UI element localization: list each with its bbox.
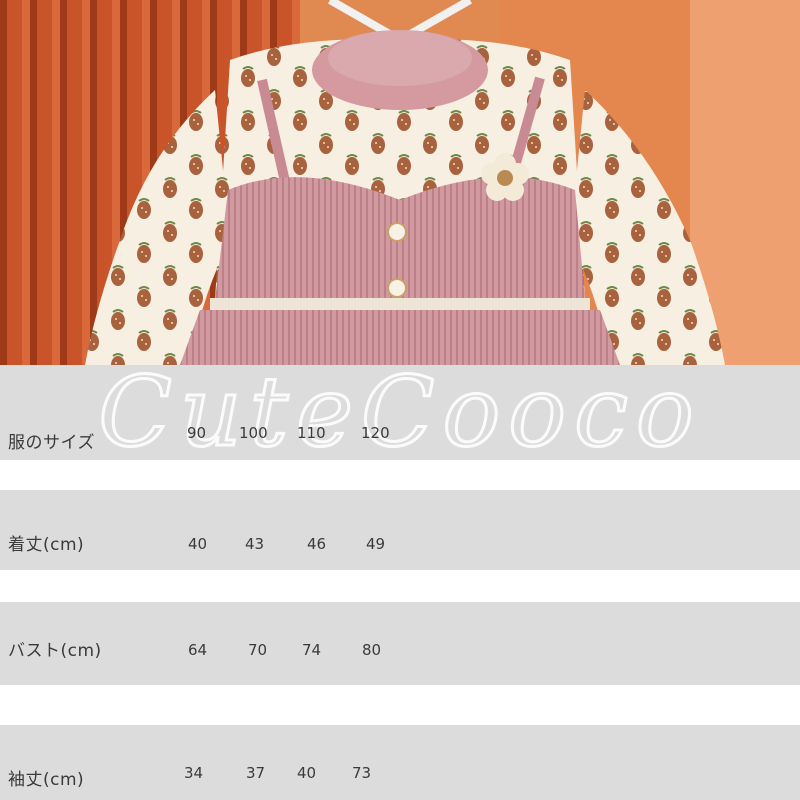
value-length-90: 40 (188, 535, 208, 553)
value-sleeve-110: 40 (297, 764, 317, 782)
value-size-110: 110 (297, 424, 326, 442)
row-band-sleeve (0, 725, 800, 800)
value-length-100: 43 (245, 535, 265, 553)
row-band-size (0, 365, 800, 460)
value-size-90: 90 (187, 424, 207, 442)
row-label-length: 着丈(cm) (8, 535, 85, 555)
product-photo (0, 0, 800, 365)
value-size-100: 100 (239, 424, 268, 442)
value-sleeve-100: 37 (246, 764, 266, 782)
value-sleeve-90: 34 (184, 764, 204, 782)
value-size-120: 120 (361, 424, 390, 442)
value-bust-90: 64 (188, 641, 208, 659)
row-band-bust (0, 602, 800, 685)
row-band-length (0, 490, 800, 570)
row-label-size: 服のサイズ (8, 433, 95, 453)
value-bust-100: 70 (248, 641, 268, 659)
row-label-bust: バスト(cm) (8, 641, 102, 661)
row-label-sleeve: 袖丈(cm) (8, 770, 85, 790)
value-sleeve-120: 73 (352, 764, 372, 782)
value-length-110: 46 (307, 535, 327, 553)
value-bust-110: 74 (302, 641, 322, 659)
value-bust-120: 80 (362, 641, 382, 659)
value-length-120: 49 (366, 535, 386, 553)
